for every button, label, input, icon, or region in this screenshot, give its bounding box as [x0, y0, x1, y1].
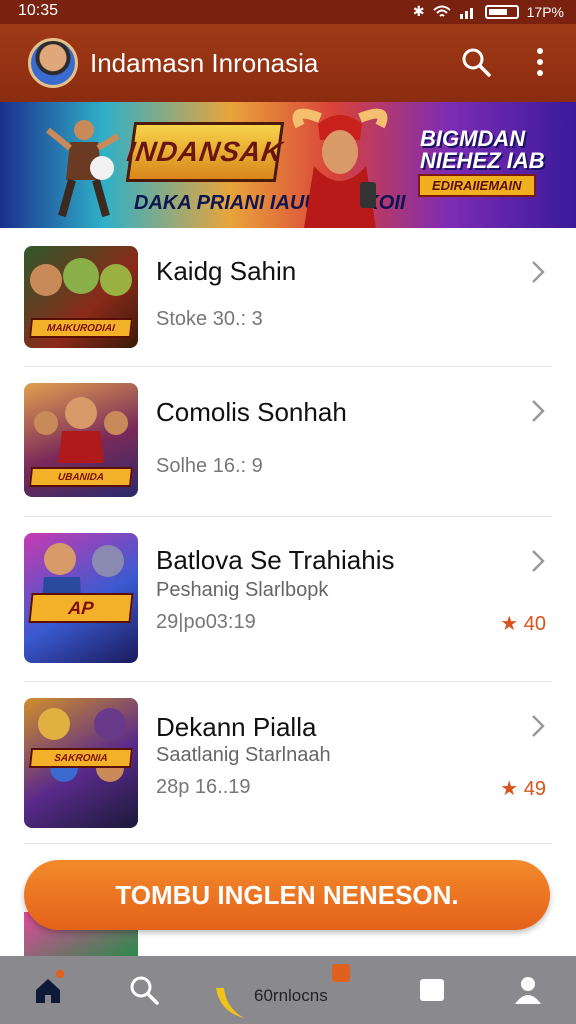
list-item-title: Dekann Pialla: [156, 712, 317, 742]
game-thumbnail: UBANIDA: [24, 383, 138, 497]
banner-right-title-line2: NIEHEZ IAB: [420, 148, 545, 173]
profile-icon: [515, 977, 541, 1004]
list-item-title: Comolis Sonhah: [156, 397, 347, 427]
status-bar: 10:35 ✱ 17P%: [0, 0, 576, 24]
square-icon: [420, 979, 444, 1001]
rating-badge: ★ 40: [500, 613, 546, 635]
status-icons: ✱ 17P%: [413, 3, 564, 20]
thumbnail-caption: UBANIDA: [28, 467, 134, 487]
list-item-title: Kaidg Sahin: [156, 256, 297, 286]
list-item[interactable]: UBANIDA Comolis Sonhah Solhe 16.: 9: [24, 367, 552, 517]
app-title: Indamasn Inronasia: [90, 48, 319, 78]
game-thumbnail: AP: [24, 533, 138, 663]
search-icon: [462, 48, 491, 77]
status-time: 10:35: [18, 2, 59, 19]
list-item-meta: 29|po03:19: [156, 611, 256, 633]
battery-text: 17P%: [526, 3, 564, 20]
wifi-icon: [432, 5, 451, 17]
rating-badge: ★ 49: [500, 778, 546, 800]
list-item-title: Batlova Se Trahiahis: [156, 545, 395, 575]
more-options-button[interactable]: [520, 42, 560, 82]
thumbnail-caption: AP: [28, 593, 134, 623]
nav-search[interactable]: [96, 956, 192, 1024]
nav-home[interactable]: [0, 956, 96, 1024]
avatar[interactable]: [28, 38, 78, 88]
warrior-character-image: [46, 120, 120, 218]
nav-library[interactable]: [384, 956, 480, 1024]
chevron-right-icon: [532, 261, 545, 283]
list-item[interactable]: AP Batlova Se Trahiahis Peshanig Slarlbo…: [24, 517, 552, 682]
battery-icon: [484, 4, 519, 19]
home-icon: [36, 979, 60, 1003]
thumbnail-caption: SAKRONIA: [28, 748, 134, 768]
game-list: MAIKURODIAI Kaidg Sahin Stoke 30.: 3 UBA…: [0, 228, 576, 844]
chevron-right-icon: [532, 715, 545, 737]
list-item-meta: Solhe 16.: 9: [156, 455, 263, 477]
more-vertical-icon: [537, 48, 543, 76]
nav-center-label: 60rnlocns: [254, 986, 328, 1005]
signal-icon: [459, 7, 473, 19]
game-thumbnail: MAIKURODIAI: [24, 246, 138, 348]
list-item-meta: Stoke 30.: 3: [156, 308, 263, 330]
thumbnail-caption: MAIKURODIAI: [28, 318, 134, 338]
nav-profile[interactable]: [480, 956, 576, 1024]
heroine-character-image: [292, 108, 388, 228]
primary-cta-button[interactable]: TOMBU INGLEN NENESON.: [24, 860, 550, 930]
banana-icon: [216, 988, 244, 1018]
list-item-subtitle: Peshanig Slarlbopk: [156, 579, 329, 601]
notification-badge-icon: [332, 964, 350, 982]
list-item[interactable]: MAIKURODIAI Kaidg Sahin Stoke 30.: 3: [24, 228, 552, 367]
banner-logo: INDANSAK: [125, 122, 286, 182]
app-bar: Indamasn Inronasia: [0, 24, 576, 102]
chevron-right-icon: [532, 550, 545, 572]
promo-banner[interactable]: INDANSAK DAKA PRIANI IAUUNMAKOII BIGMDAN…: [0, 102, 576, 228]
game-thumbnail: SAKRONIA: [24, 698, 138, 828]
list-item-subtitle: Saatlanig Starlnaah: [156, 744, 331, 766]
banner-right-title-line1: BIGMDAN: [420, 126, 526, 151]
home-notification-dot: [56, 970, 64, 978]
list-item[interactable]: SAKRONIA Dekann Pialla Saatlanig Starlna…: [24, 682, 552, 844]
banner-logo-text: INDANSAK: [125, 136, 286, 167]
banner-right-badge: EDIRAIIEMAIN: [418, 174, 536, 197]
bluetooth-icon: ✱: [412, 3, 425, 19]
characters-art: [34, 397, 128, 463]
search-button[interactable]: [456, 42, 496, 82]
list-item-meta: 28p 16..19: [156, 776, 251, 798]
characters-art: [38, 708, 126, 782]
chevron-right-icon: [532, 400, 545, 422]
search-icon: [130, 976, 159, 1005]
characters-art: [30, 258, 132, 296]
banner-right-title: BIGMDAN NIEHEZ IAB: [420, 128, 545, 172]
